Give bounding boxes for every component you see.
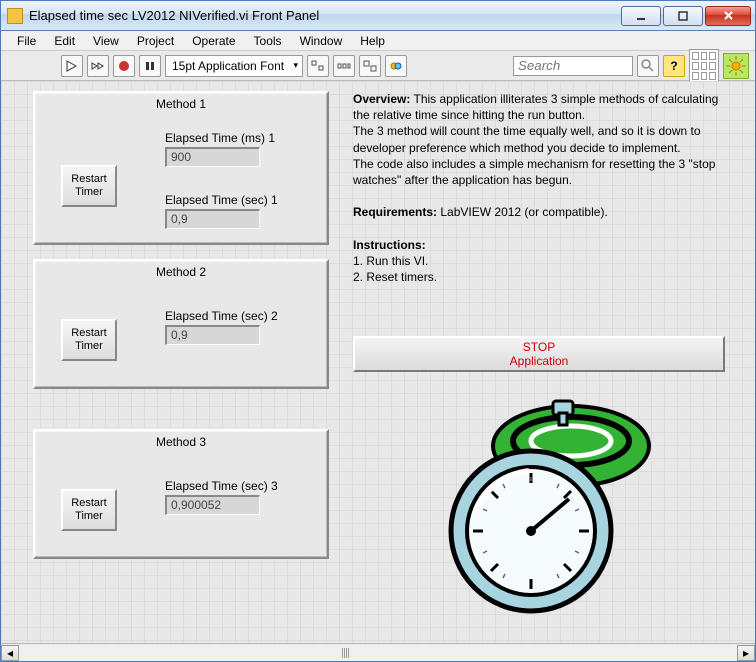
elapsed-sec-1-label: Elapsed Time (sec) 1 bbox=[165, 193, 278, 207]
help-button[interactable]: ? bbox=[663, 55, 685, 77]
panel-method-1: Method 1 Restart Timer Elapsed Time (ms)… bbox=[33, 91, 329, 245]
panel-1-title: Method 1 bbox=[156, 97, 206, 111]
app-window: Elapsed time sec LV2012 NIVerified.vi Fr… bbox=[0, 0, 756, 662]
connector-pane-icon[interactable] bbox=[689, 49, 719, 83]
elapsed-ms-1-value: 900 bbox=[165, 147, 260, 167]
toolbar: 15pt Application Font ? bbox=[1, 51, 755, 81]
menu-operate[interactable]: Operate bbox=[184, 32, 243, 50]
window-title: Elapsed time sec LV2012 NIVerified.vi Fr… bbox=[29, 8, 619, 23]
scroll-left-button[interactable]: ◂ bbox=[1, 645, 19, 661]
app-icon bbox=[7, 8, 23, 24]
description-text: Overview: This application illiterates 3… bbox=[353, 91, 723, 285]
elapsed-sec-2-label: Elapsed Time (sec) 2 bbox=[165, 309, 278, 323]
elapsed-sec-1-value: 0,9 bbox=[165, 209, 260, 229]
close-button[interactable] bbox=[705, 6, 751, 26]
run-continuous-button[interactable] bbox=[87, 55, 109, 77]
elapsed-ms-1-label: Elapsed Time (ms) 1 bbox=[165, 131, 275, 145]
maximize-button[interactable] bbox=[663, 6, 703, 26]
search-input[interactable] bbox=[513, 56, 633, 76]
panel-3-title: Method 3 bbox=[156, 435, 206, 449]
vi-icon[interactable] bbox=[723, 53, 749, 79]
menu-window[interactable]: Window bbox=[292, 32, 351, 50]
menu-help[interactable]: Help bbox=[352, 32, 393, 50]
font-selector[interactable]: 15pt Application Font bbox=[165, 55, 303, 77]
panel-method-2: Method 2 Restart Timer Elapsed Time (sec… bbox=[33, 259, 329, 389]
reorder-button[interactable] bbox=[385, 55, 407, 77]
panel-2-title: Method 2 bbox=[156, 265, 206, 279]
horizontal-scrollbar[interactable]: ◂ ▸ bbox=[1, 643, 755, 661]
menu-edit[interactable]: Edit bbox=[46, 32, 83, 50]
menu-view[interactable]: View bbox=[85, 32, 127, 50]
menu-file[interactable]: File bbox=[9, 32, 44, 50]
panel-method-3: Method 3 Restart Timer Elapsed Time (sec… bbox=[33, 429, 329, 559]
resize-button[interactable] bbox=[359, 55, 381, 77]
align-button[interactable] bbox=[307, 55, 329, 77]
menu-tools[interactable]: Tools bbox=[246, 32, 290, 50]
search-icon[interactable] bbox=[637, 55, 659, 77]
pause-button[interactable] bbox=[139, 55, 161, 77]
menubar: File Edit View Project Operate Tools Win… bbox=[1, 31, 755, 51]
run-button[interactable] bbox=[61, 55, 83, 77]
stopwatch-icon bbox=[421, 381, 661, 624]
stop-application-button[interactable]: STOP Application bbox=[353, 336, 725, 372]
restart-timer-3-button[interactable]: Restart Timer bbox=[61, 489, 117, 531]
titlebar: Elapsed time sec LV2012 NIVerified.vi Fr… bbox=[1, 1, 755, 31]
overview-label: Overview: bbox=[353, 92, 410, 106]
elapsed-sec-2-value: 0,9 bbox=[165, 325, 260, 345]
restart-timer-2-button[interactable]: Restart Timer bbox=[61, 319, 117, 361]
requirements-label: Requirements: bbox=[353, 205, 437, 219]
restart-timer-1-button[interactable]: Restart Timer bbox=[61, 165, 117, 207]
minimize-button[interactable] bbox=[621, 6, 661, 26]
distribute-button[interactable] bbox=[333, 55, 355, 77]
elapsed-sec-3-label: Elapsed Time (sec) 3 bbox=[165, 479, 278, 493]
abort-button[interactable] bbox=[113, 55, 135, 77]
front-panel-canvas[interactable]: Method 1 Restart Timer Elapsed Time (ms)… bbox=[1, 81, 755, 643]
instructions-label: Instructions: bbox=[353, 238, 426, 252]
font-label: 15pt Application Font bbox=[172, 59, 284, 73]
scroll-track[interactable] bbox=[19, 645, 737, 661]
scroll-right-button[interactable]: ▸ bbox=[737, 645, 755, 661]
menu-project[interactable]: Project bbox=[129, 32, 182, 50]
elapsed-sec-3-value: 0,900052 bbox=[165, 495, 260, 515]
